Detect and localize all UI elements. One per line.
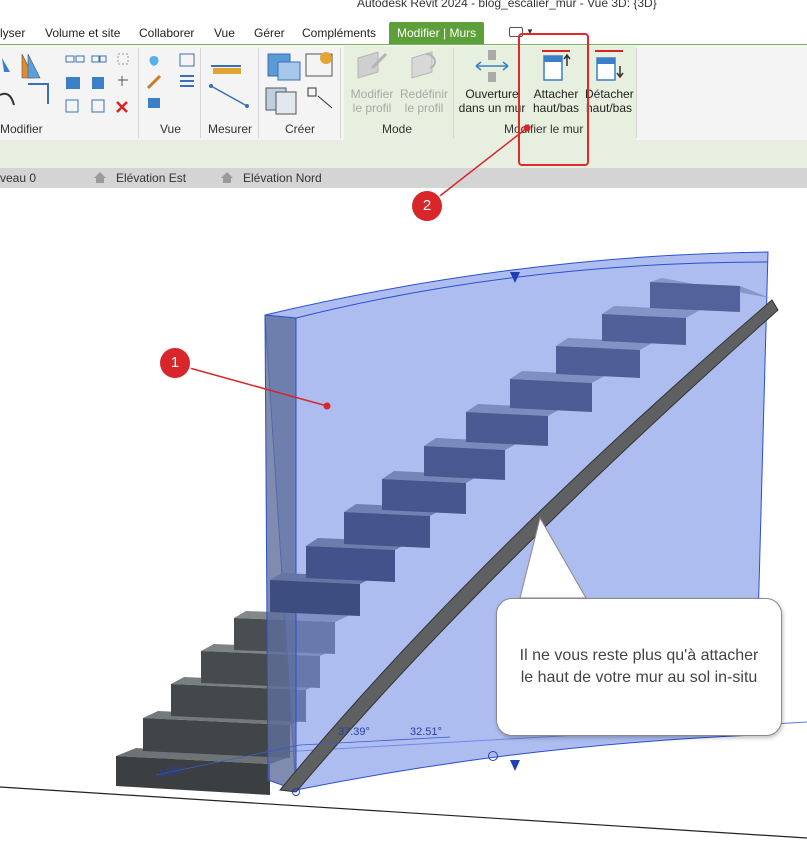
step-riser [466,412,548,446]
step-riser [602,314,686,345]
step-riser [650,282,740,312]
leader-line-2 [426,127,528,207]
angle-dimension[interactable]: 37.39° [338,726,370,738]
step-riser [270,580,360,616]
annotation-marker-1: 1 [160,348,190,378]
step-riser [556,346,640,378]
leader-dot-1 [323,402,331,410]
step-riser [424,446,505,480]
wall-end [264,314,297,791]
wall-bottom-grip [510,760,520,771]
highlight-attacher [518,33,589,166]
step-riser [306,546,395,582]
callout-bubble: Il ne vous reste plus qu'à attacher le h… [496,598,782,736]
ground-line [0,786,807,839]
angle-dimension[interactable]: 32.51° [410,726,442,738]
step-riser [382,479,466,514]
callout-text: Il ne vous reste plus qu'à attacher le h… [519,647,759,686]
step-riser [510,379,592,412]
step-riser [344,512,430,548]
annotation-marker-2: 2 [412,191,442,221]
